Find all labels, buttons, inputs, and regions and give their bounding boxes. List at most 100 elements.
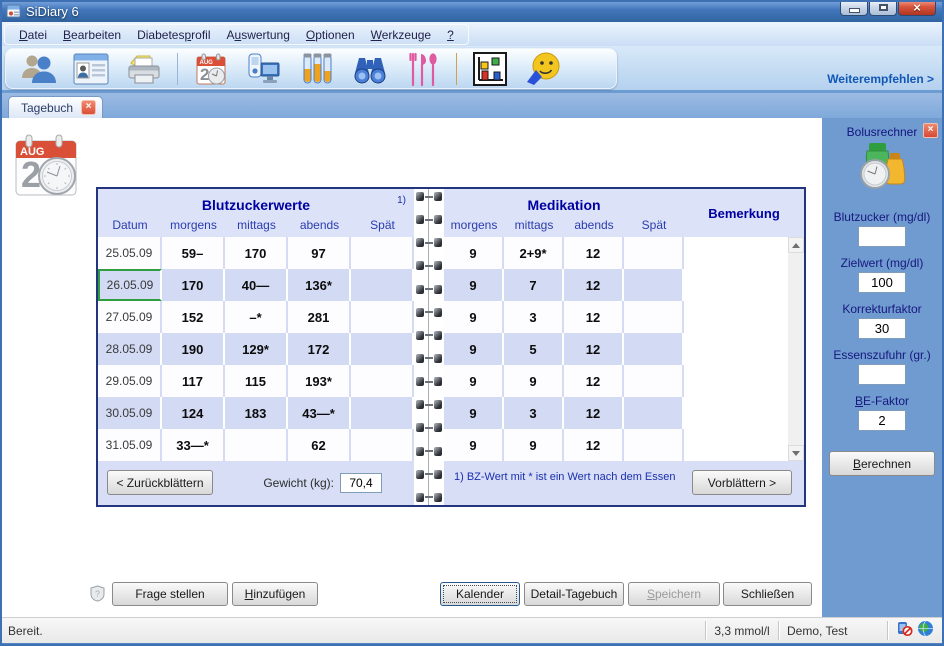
feedback-smiley-icon[interactable] [523,50,563,88]
bz-value-cell[interactable]: 183 [225,397,288,429]
bz-value-cell[interactable]: 136* [288,269,351,301]
menu-item-auswertung[interactable]: Auswertung [219,27,298,43]
bz-value-cell[interactable] [225,429,288,461]
bz-value-cell[interactable] [351,301,414,333]
bz-value-cell[interactable]: 124 [162,397,225,429]
calendar-button[interactable]: Kalender [440,582,520,606]
statistics-icon[interactable] [470,50,510,88]
page-forward-button[interactable]: Vorblättern > [692,470,792,495]
med-value-cell[interactable]: 9 [444,397,504,429]
med-value-cell[interactable]: 9 [504,365,564,397]
med-value-cell[interactable]: 9 [444,237,504,269]
add-button[interactable]: Hinzufügen [232,582,318,606]
bz-value-cell[interactable]: 172 [288,333,351,365]
ask-question-button[interactable]: Frage stellen [112,582,228,606]
scroll-up-button[interactable] [788,237,804,253]
bolus-field-input[interactable] [858,410,906,431]
menu-item-diabetesprofil[interactable]: Diabetesprofil [129,27,218,43]
med-value-cell[interactable]: 7 [504,269,564,301]
nutrition-icon[interactable] [403,50,443,88]
bz-value-cell[interactable]: 62 [288,429,351,461]
menu-item-datei[interactable]: Datei [11,27,55,43]
bz-value-cell[interactable]: 170 [225,237,288,269]
date-cell[interactable]: 28.05.09 [98,333,162,365]
bz-value-cell[interactable]: 117 [162,365,225,397]
med-value-cell[interactable]: 9 [444,301,504,333]
bz-value-cell[interactable]: 281 [288,301,351,333]
med-value-cell[interactable]: 5 [504,333,564,365]
bz-value-cell[interactable] [351,429,414,461]
detail-diary-button[interactable]: Detail-Tagebuch [524,582,624,606]
med-value-cell[interactable]: 12 [564,429,624,461]
lab-values-icon[interactable] [297,50,337,88]
device-import-icon[interactable] [244,50,284,88]
date-cell[interactable]: 27.05.09 [98,301,162,333]
med-value-cell[interactable]: 9 [444,365,504,397]
date-cell[interactable]: 29.05.09 [98,365,162,397]
bz-value-cell[interactable]: 193* [288,365,351,397]
bolus-field-input[interactable] [858,364,906,385]
bz-value-cell[interactable]: 129* [225,333,288,365]
bz-value-cell[interactable]: 190 [162,333,225,365]
bolus-field-input[interactable] [858,272,906,293]
bz-value-cell[interactable]: 40— [225,269,288,301]
tab-close-icon[interactable]: × [81,100,96,115]
minimize-button[interactable] [840,0,868,16]
med-value-cell[interactable]: 3 [504,301,564,333]
med-value-cell[interactable]: 12 [564,301,624,333]
med-value-cell[interactable] [624,333,684,365]
bz-value-cell[interactable]: 152 [162,301,225,333]
med-value-cell[interactable]: 9 [444,333,504,365]
med-value-cell[interactable] [624,237,684,269]
remark-column[interactable] [684,237,804,461]
med-value-cell[interactable] [624,269,684,301]
med-value-cell[interactable]: 9 [444,269,504,301]
close-button[interactable]: Schließen [723,582,812,606]
date-cell[interactable]: 30.05.09 [98,397,162,429]
menu-item-werkzeuge[interactable]: Werkzeuge [363,27,439,43]
med-value-cell[interactable]: 12 [564,333,624,365]
menu-item-optionen[interactable]: Optionen [298,27,363,43]
menu-item-bearbeiten[interactable]: Bearbeiten [55,27,129,43]
bz-value-cell[interactable] [351,269,414,301]
bolus-close-icon[interactable]: × [923,123,938,138]
date-cell[interactable]: 25.05.09 [98,237,162,269]
med-value-cell[interactable]: 3 [504,397,564,429]
maximize-button[interactable] [869,0,897,16]
bz-value-cell[interactable]: 59– [162,237,225,269]
weight-input[interactable] [340,473,382,493]
bz-value-cell[interactable]: 97 [288,237,351,269]
recommend-link[interactable]: Weiterempfehlen > [827,72,934,86]
search-analysis-icon[interactable] [350,50,390,88]
med-value-cell[interactable]: 12 [564,397,624,429]
date-cell[interactable]: 26.05.09 [98,269,162,301]
med-value-cell[interactable]: 12 [564,269,624,301]
bz-value-cell[interactable] [351,397,414,429]
med-value-cell[interactable]: 2+9* [504,237,564,269]
close-window-button[interactable]: × [898,0,936,16]
med-value-cell[interactable]: 12 [564,365,624,397]
tab-tagebuch[interactable]: Tagebuch × [8,96,103,118]
page-back-button[interactable]: < Zurückblättern [107,470,213,495]
patient-profile-icon[interactable] [71,50,111,88]
bolus-field-input[interactable] [858,318,906,339]
scroll-down-button[interactable] [788,445,804,461]
med-value-cell[interactable] [624,429,684,461]
save-button[interactable]: Speichern [628,582,720,606]
date-cell[interactable]: 31.05.09 [98,429,162,461]
bz-value-cell[interactable]: 115 [225,365,288,397]
bolus-field-input[interactable] [858,226,906,247]
bz-value-cell[interactable]: 170 [162,269,225,301]
bz-value-cell[interactable]: 33—* [162,429,225,461]
med-value-cell[interactable] [624,365,684,397]
bz-value-cell[interactable]: 43—* [288,397,351,429]
bz-value-cell[interactable] [351,333,414,365]
calculate-button[interactable]: Berechnen [829,451,935,476]
remark-scrollbar[interactable] [788,237,804,461]
med-value-cell[interactable] [624,301,684,333]
bz-value-cell[interactable]: –* [225,301,288,333]
patients-icon[interactable] [18,50,58,88]
med-value-cell[interactable] [624,397,684,429]
menu-item-help[interactable]: ? [439,27,462,43]
print-icon[interactable] [124,50,164,88]
